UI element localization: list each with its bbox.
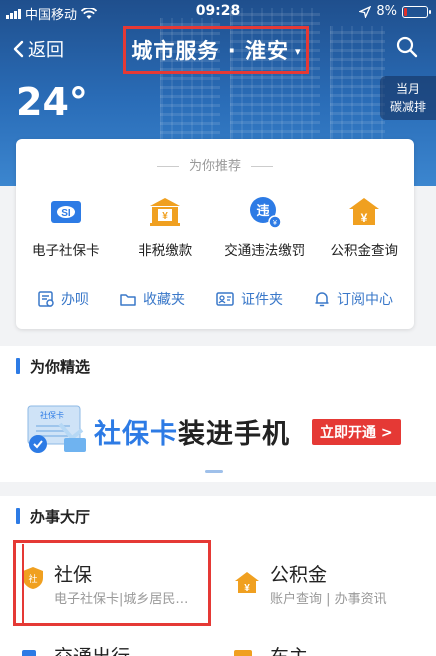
banner-highlight: 社保卡 [94, 419, 178, 450]
service-traffic-violation[interactable]: 违 ¥ 交通违法缴罚 [215, 195, 315, 259]
status-bar: 中国移动 09:28 8% [0, 0, 436, 24]
house-yen-icon: ¥ [235, 572, 259, 594]
back-label: 返回 [28, 40, 64, 61]
service-label: 电子社保卡 [32, 243, 100, 259]
hall-item-name: 公积金 [270, 564, 328, 586]
page-title: 城市服务 · 淮安 [131, 39, 290, 63]
svg-text:违: 违 [256, 203, 269, 219]
svg-text:¥: ¥ [244, 583, 250, 594]
link-banbei[interactable]: 办呗 [37, 289, 89, 309]
service-label: 交通违法缴罚 [224, 243, 306, 259]
battery-percent: 8% [376, 4, 397, 19]
social-security-card-icon: SI [50, 201, 81, 223]
service-social-security-card[interactable]: SI 电子社保卡 [16, 195, 116, 259]
link-label: 办呗 [61, 292, 89, 308]
search-button[interactable] [396, 36, 418, 62]
hall-item-name: 车主 [270, 642, 308, 656]
search-icon [396, 36, 418, 58]
link-subscription-center[interactable]: 订阅中心 [313, 289, 393, 309]
id-card-icon [216, 292, 234, 306]
link-label: 证件夹 [241, 292, 283, 308]
section-title: 办事大厅 [30, 507, 91, 526]
activate-now-button[interactable]: 立即开通 > [312, 419, 401, 445]
hall-item-name: 交通出行 [54, 642, 130, 656]
link-favorites[interactable]: 收藏夹 [119, 289, 185, 309]
featured-section-header: 为你精选 [0, 346, 436, 386]
bell-icon [315, 292, 329, 307]
highlight-annotation-box [13, 540, 211, 626]
traffic-violation-icon: 违 ¥ [249, 197, 282, 229]
section-title: 为你精选 [30, 357, 91, 376]
section-accent-bar [16, 358, 20, 374]
link-label: 收藏夹 [143, 292, 185, 308]
back-button[interactable]: 返回 [12, 36, 64, 62]
hall-item-car-owner[interactable]: 车主 [218, 632, 436, 656]
recommend-card: 为你推荐 SI 电子社保卡 ¥ 非税缴款 违 ¥ 交通违法缴罚 ¥ 公积金查询 … [16, 139, 414, 329]
temperature: 24° [16, 80, 88, 124]
recommend-label: 为你推荐 [16, 155, 414, 174]
battery-icon [402, 5, 431, 18]
service-label: 非税缴款 [138, 243, 193, 259]
highlight-annotation-mark [14, 544, 24, 624]
service-non-tax-payment[interactable]: ¥ 非税缴款 [116, 195, 216, 259]
dropdown-caret-icon: ▾ [295, 45, 301, 58]
svg-text:¥: ¥ [162, 211, 168, 222]
carousel-indicator [205, 470, 223, 473]
location-arrow-icon [359, 5, 372, 18]
service-housing-fund-query[interactable]: ¥ 公积金查询 [315, 195, 415, 259]
car-icon [22, 650, 36, 656]
section-accent-bar [16, 508, 20, 524]
car-owner-icon [234, 650, 252, 656]
social-security-card-illustration: 社保卡 [27, 405, 86, 453]
svg-text:¥: ¥ [361, 211, 368, 225]
hall-item-transport[interactable]: 交通出行 [0, 632, 218, 656]
svg-text:SI: SI [61, 208, 71, 219]
link-id-wallet[interactable]: 证件夹 [215, 289, 283, 309]
carbon-label-2: 碳减排 [389, 100, 426, 114]
service-label: 公积金查询 [330, 243, 399, 259]
carbon-label-1: 当月 [395, 82, 420, 96]
housing-fund-icon: ¥ [349, 198, 380, 225]
link-label: 订阅中心 [337, 292, 393, 308]
folder-icon [120, 294, 136, 306]
banner-rest: 装进手机 [178, 419, 290, 450]
bank-icon: ¥ [150, 198, 181, 226]
hall-section-header: 办事大厅 [0, 496, 436, 536]
hall-item-housing-fund[interactable]: ¥ 公积金 账户查询 | 办事资讯 [218, 532, 436, 607]
banner-card-text: 社保卡 [40, 410, 64, 420]
carbon-reduction-button[interactable]: 当月 碳减排 [380, 76, 436, 120]
banner-slogan: 社保卡装进手机 [94, 412, 290, 451]
document-icon [38, 291, 54, 307]
promo-banner[interactable]: 社保卡 社保卡装进手机 立即开通 > [0, 386, 436, 482]
chevron-left-icon [13, 40, 24, 58]
svg-text:¥: ¥ [273, 220, 277, 227]
nav-bar: 返回 城市服务 · 淮安 ▾ [0, 24, 436, 74]
hall-item-sub: 账户查询 | 办事资讯 [270, 592, 387, 607]
city-selector[interactable]: 城市服务 · 淮安 ▾ [123, 26, 309, 74]
